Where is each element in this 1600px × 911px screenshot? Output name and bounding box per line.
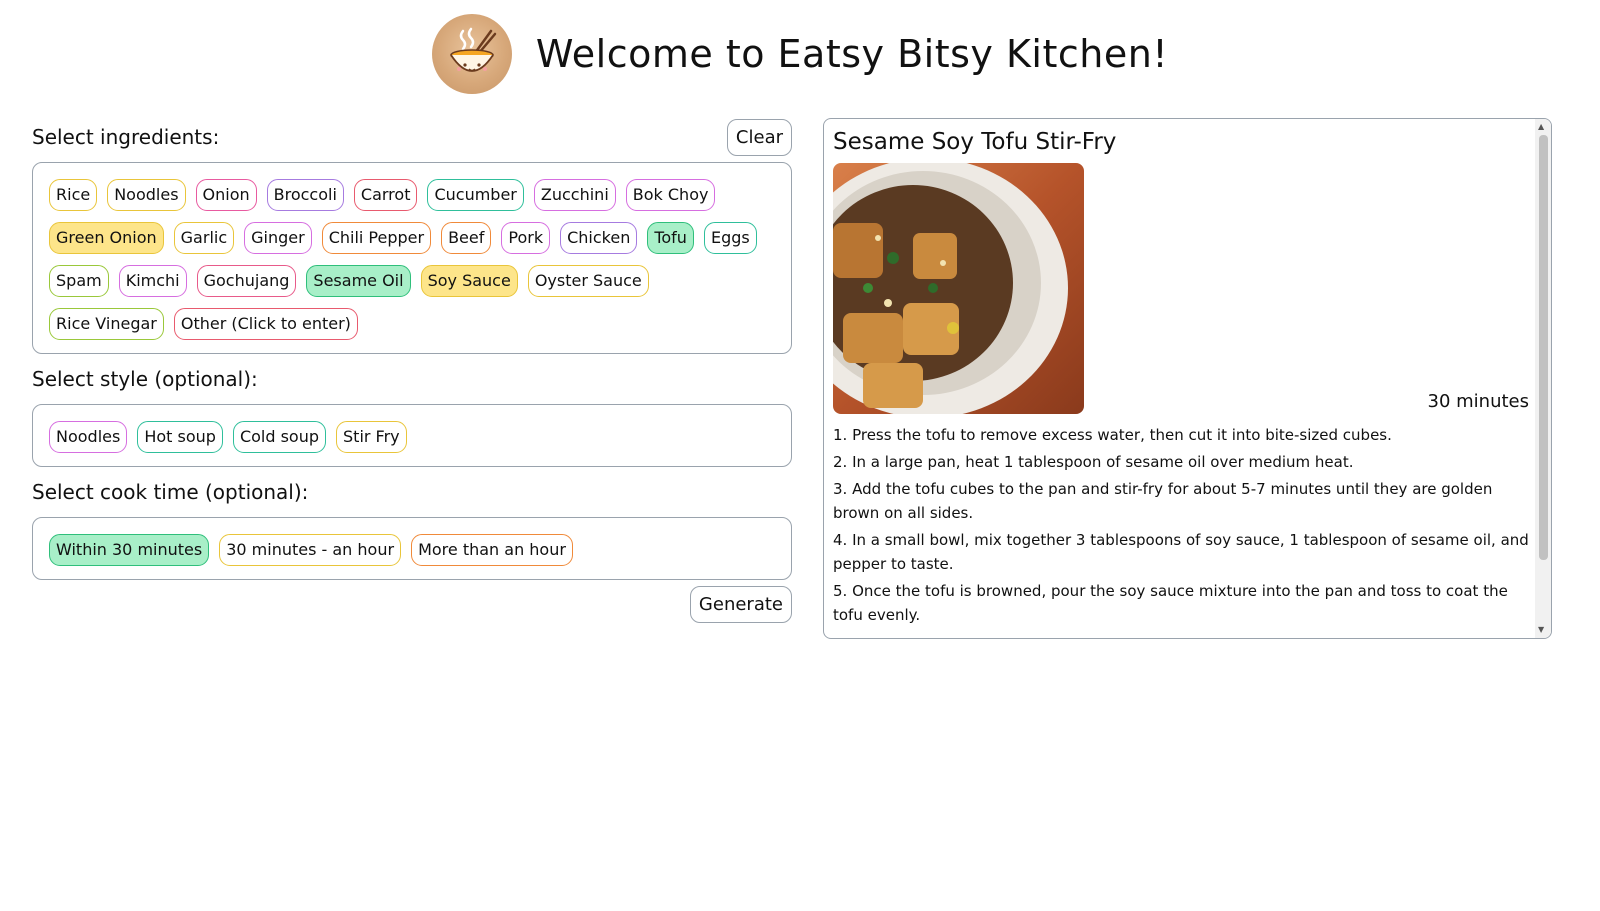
- scroll-thumb[interactable]: [1539, 135, 1548, 560]
- scroll-up-icon[interactable]: ▲: [1538, 122, 1544, 132]
- ingredients-chip[interactable]: Soy Sauce: [420, 265, 518, 297]
- recipe-photo: [833, 163, 1084, 414]
- ingredients-chip[interactable]: Ginger: [244, 222, 312, 254]
- scroll-down-icon[interactable]: ▼: [1538, 625, 1544, 635]
- ingredients-chip[interactable]: Zucchini: [533, 179, 616, 211]
- cooktime-chip[interactable]: 30 minutes - an hour: [219, 534, 402, 566]
- ingredients-chip-group: Rice Noodles Onion Broccoli Carrot Cucumber Zu…: [32, 162, 792, 354]
- cooktime-chip-group: Within 30 minutes 30 minutes - an hour Mor…: [32, 517, 792, 580]
- ingredients-chip[interactable]: Garlic: [173, 222, 235, 254]
- ingredients-chip[interactable]: Rice: [49, 179, 98, 211]
- page-title: Welcome to Eatsy Bitsy Kitchen!: [535, 32, 1169, 76]
- ingredients-chip[interactable]: Rice Vinegar: [49, 308, 164, 340]
- ingredients-chip[interactable]: Onion: [195, 179, 257, 211]
- generate-button[interactable]: Generate: [689, 586, 792, 623]
- ingredients-chip[interactable]: Other (Click to enter): [173, 308, 358, 340]
- ingredients-chip[interactable]: Noodles: [107, 179, 186, 211]
- ingredients-chip[interactable]: Gochujang: [196, 265, 297, 297]
- ingredients-chip[interactable]: Oyster Sauce: [527, 265, 649, 297]
- recipe-title: Sesame Soy Tofu Stir-Fry: [833, 129, 1117, 155]
- ingredients-chip[interactable]: Beef: [441, 222, 492, 254]
- style-chip[interactable]: Hot soup: [137, 421, 223, 453]
- recipe-step: 5. Once the tofu is browned, pour the so…: [833, 582, 1508, 624]
- ingredients-chip[interactable]: Broccoli: [266, 179, 344, 211]
- cooktime-chip[interactable]: More than an hour: [411, 534, 573, 566]
- cooktime-chip[interactable]: Within 30 minutes: [49, 534, 210, 566]
- ingredients-chip[interactable]: Spam: [49, 265, 109, 297]
- ingredients-chip[interactable]: Chicken: [560, 222, 638, 254]
- cook-time-text: 30 minutes: [1427, 391, 1530, 412]
- style-chip[interactable]: Cold soup: [232, 421, 327, 453]
- ingredients-chip[interactable]: Bok Choy: [625, 179, 716, 211]
- recipe-step: 1. Press the tofu to remove excess water…: [833, 426, 1392, 444]
- clear-button[interactable]: Clear: [726, 118, 792, 156]
- recipe-panel[interactable]: Sesame Soy Tofu Stir-Fry 30 minutes 1. P…: [823, 118, 1552, 639]
- cooktime-label: Select cook time (optional):: [32, 480, 309, 504]
- style-chip-group: Noodles Hot soup Cold soup Stir Fry: [32, 404, 792, 467]
- ingredients-chip[interactable]: Chili Pepper: [321, 222, 432, 254]
- ingredients-label: Select ingredients:: [32, 125, 220, 149]
- ingredients-chip[interactable]: Carrot: [353, 179, 418, 211]
- style-chip[interactable]: Stir Fry: [336, 421, 407, 453]
- ingredients-chip[interactable]: Sesame Oil: [306, 265, 411, 297]
- recipe-form: Select ingredients: Clear Rice Noodles Oni…: [32, 118, 792, 623]
- recipe-scrollbar[interactable]: ▲ ▼: [1535, 119, 1551, 638]
- style-chip[interactable]: Noodles: [49, 421, 128, 453]
- recipe-step: 2. In a large pan, heat 1 tablespoon of …: [833, 453, 1354, 471]
- ingredients-chip[interactable]: Tofu: [647, 222, 694, 254]
- header: Welcome to Eatsy Bitsy Kitchen!: [0, 14, 1600, 94]
- ingredients-chip[interactable]: Green Onion: [49, 222, 164, 254]
- style-label: Select style (optional):: [32, 367, 258, 391]
- ingredients-chip[interactable]: Eggs: [703, 222, 757, 254]
- recipe-step: 3. Add the tofu cubes to the pan and sti…: [833, 480, 1493, 522]
- ingredients-chip[interactable]: Kimchi: [118, 265, 187, 297]
- noodle-bowl-icon: [431, 14, 512, 94]
- ingredients-chip[interactable]: Cucumber: [427, 179, 524, 211]
- recipe-steps: 1. Press the tofu to remove excess water…: [833, 423, 1529, 627]
- recipe-step: 4. In a small bowl, mix together 3 table…: [833, 531, 1529, 573]
- ingredients-chip[interactable]: Pork: [501, 222, 551, 254]
